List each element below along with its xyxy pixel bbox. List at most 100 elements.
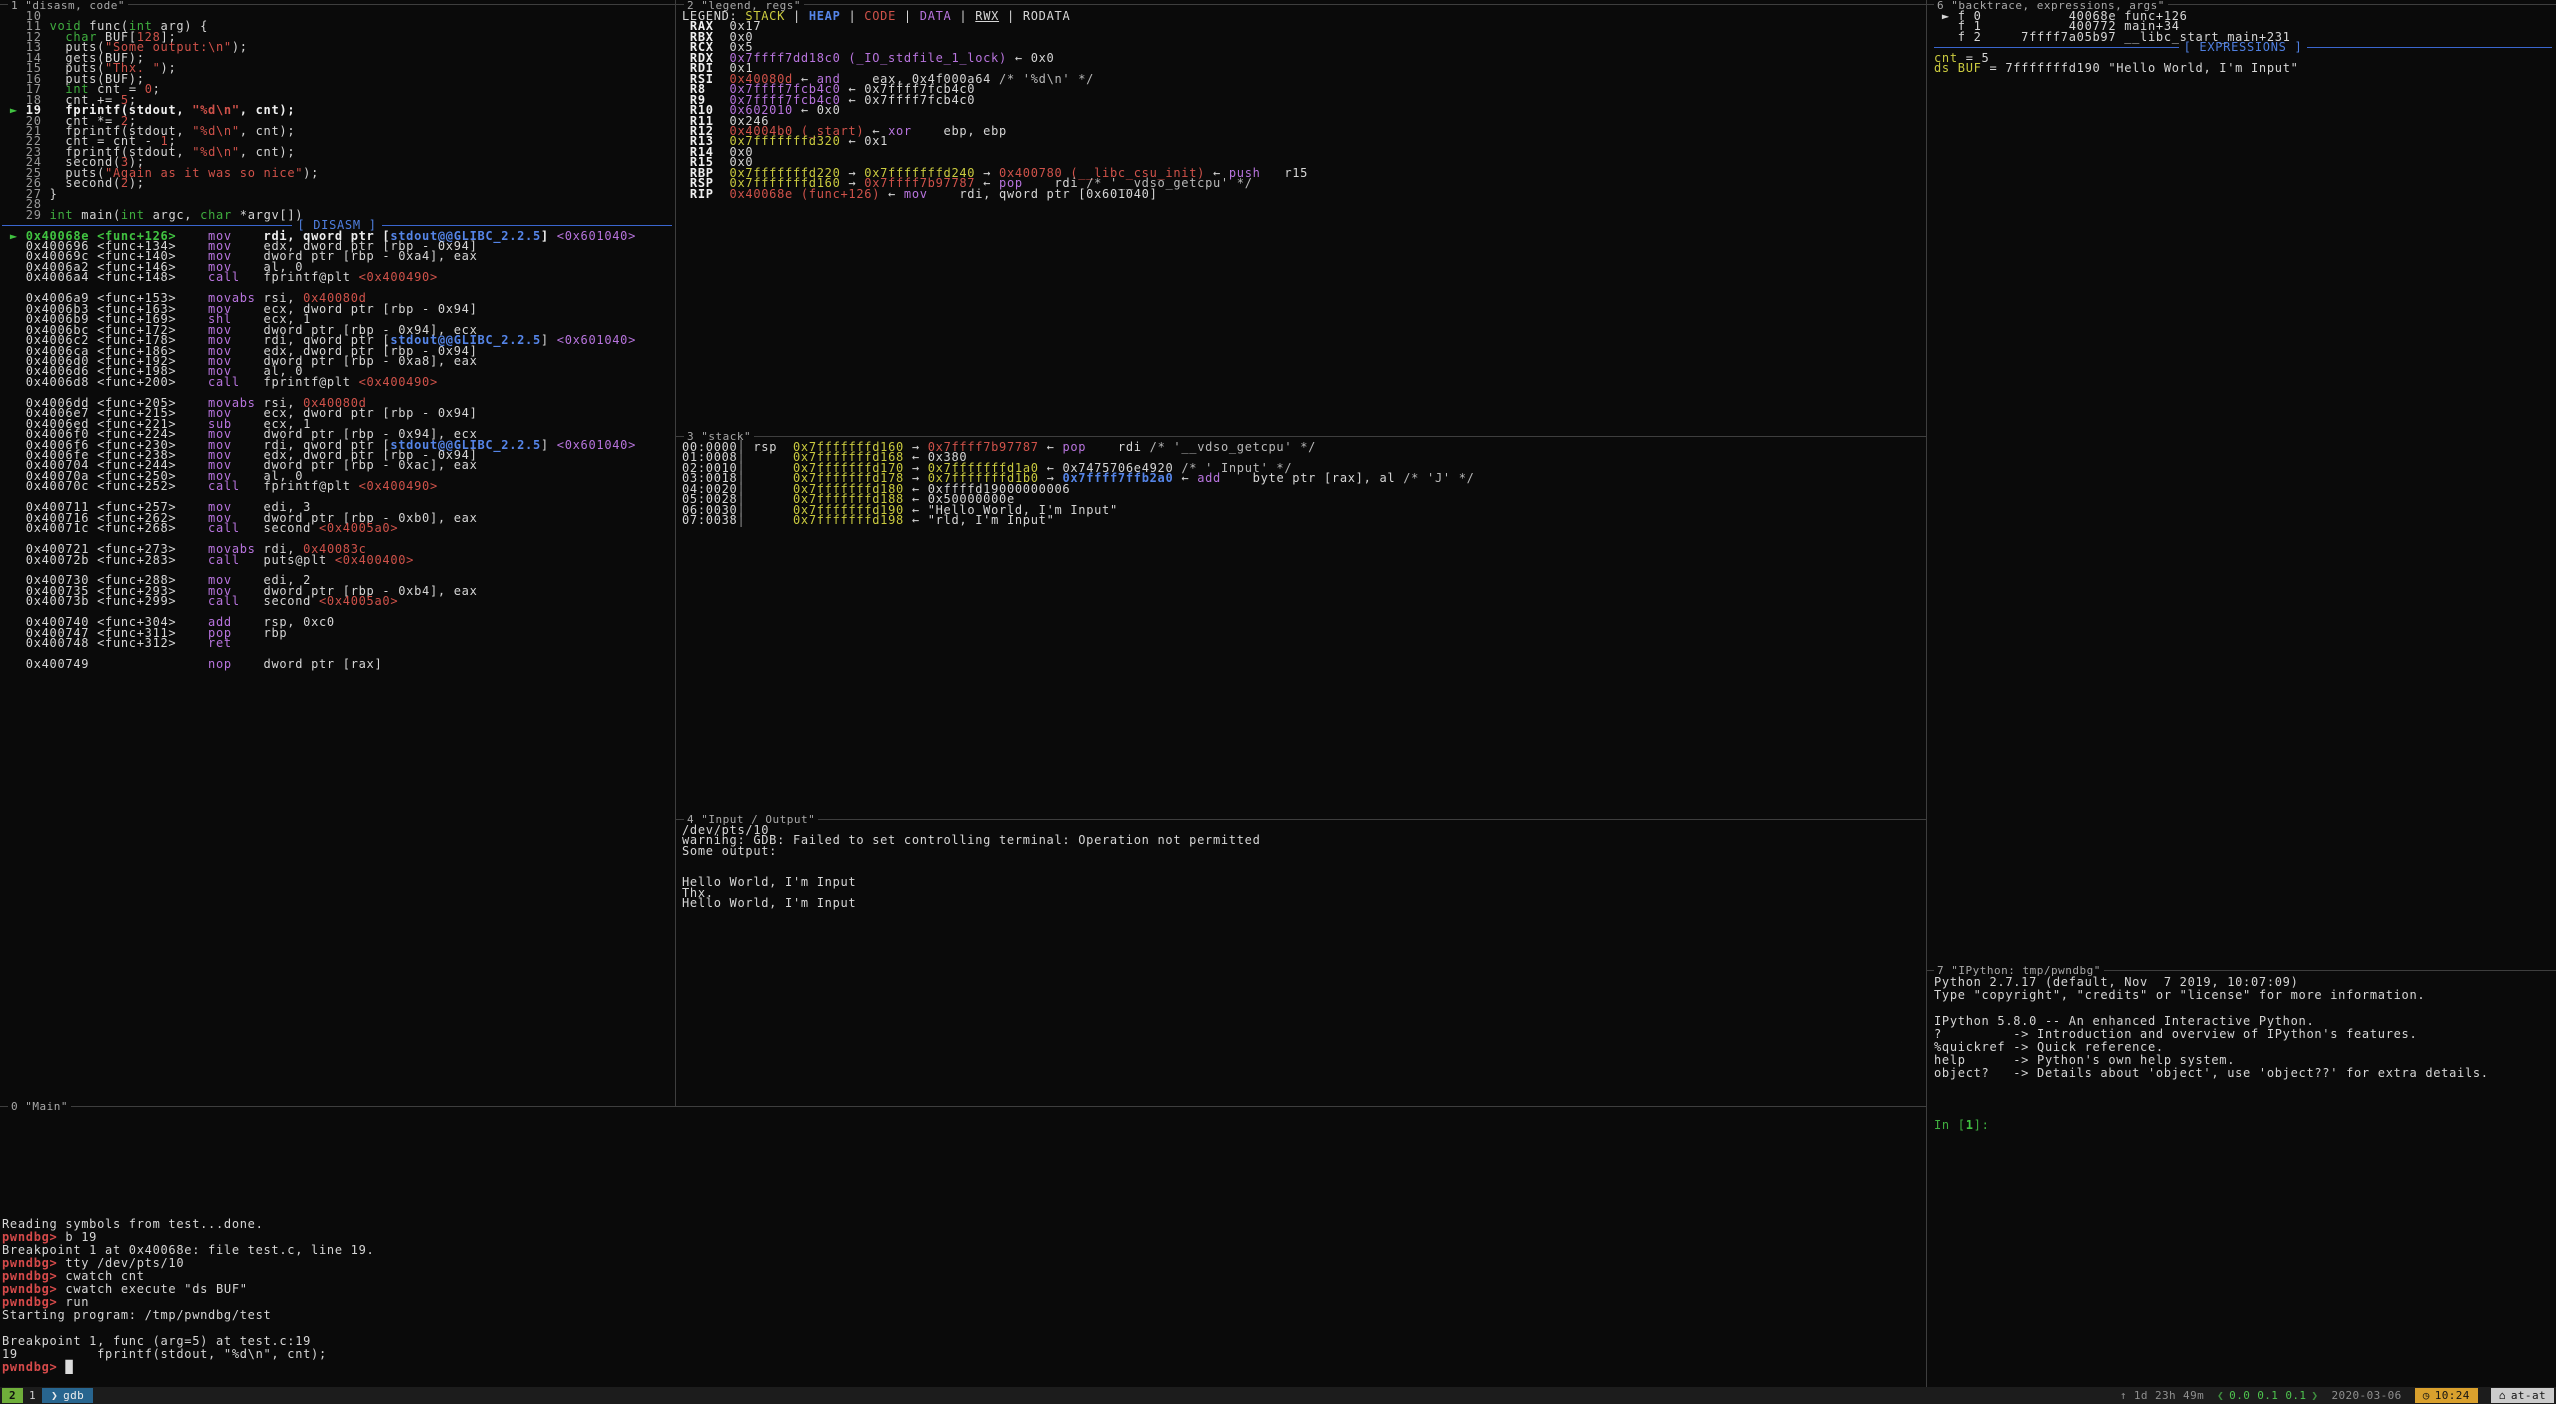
text-segment: | RODATA xyxy=(999,9,1070,23)
text-segment: Breakpoint 1, func (arg=5) at test.c:19 xyxy=(2,1334,311,1348)
pane-main[interactable]: Reading symbols from test...done. pwndbg>… xyxy=(2,1114,1922,1384)
window-index[interactable]: 1 xyxy=(23,1388,42,1403)
text-segment: main( xyxy=(73,208,121,222)
terminal-line: Type "copyright", "credits" or "license"… xyxy=(1934,989,2552,1002)
terminal-line: R10 0x602010 ← 0x0 xyxy=(682,105,1922,115)
pane-regs[interactable]: LEGEND: STACK | HEAP | CODE | DATA | RWX… xyxy=(682,11,1922,431)
pane-disasm-code[interactable]: 10 11 void func(int arg) { 12 char BUF[1… xyxy=(2,11,672,1103)
terminal-line: R13 0x7fffffffd320 ← 0x1 xyxy=(682,136,1922,146)
terminal-line: Hello World, I'm Input xyxy=(682,877,1922,887)
text-segment: object? -> Details about 'object', use '… xyxy=(1934,1066,2489,1080)
text-segment: <0x4005a0> xyxy=(319,521,398,535)
text-segment: tty /dev/pts/10 xyxy=(65,1256,184,1270)
load-close-icon: ❯ xyxy=(2311,1389,2318,1402)
terminal-line: R9 0x7ffff7fcb4c0 ← 0x7ffff7fcb4c0 xyxy=(682,95,1922,105)
terminal-line: RBX 0x0 xyxy=(682,32,1922,42)
text-segment: Python 2.7.17 (default, Nov 7 2019, 10:0… xyxy=(1934,975,2299,989)
pane-io[interactable]: /dev/pts/10warning: GDB: Failed to set c… xyxy=(682,825,1922,1103)
terminal-line: R14 0x0 xyxy=(682,147,1922,157)
text-segment: int xyxy=(50,208,74,222)
text-segment: second xyxy=(240,594,319,608)
hostname-badge: ⌂ at-at xyxy=(2491,1388,2554,1403)
pane-border-top[interactable] xyxy=(0,4,2556,5)
text-segment: Starting program: /tmp/pwndbg/test xyxy=(2,1308,271,1322)
text-segment: rdi xyxy=(1086,440,1149,454)
session-badge[interactable]: 2 xyxy=(2,1388,23,1403)
text-segment: ; xyxy=(153,82,161,96)
text-segment: <0x601040> xyxy=(557,438,636,452)
text-segment: call xyxy=(208,375,240,389)
load-average: ❮ 0.0 0.1 0.1 ❯ xyxy=(2217,1389,2318,1402)
terminal-line: pwndbg> █ xyxy=(2,1361,1922,1374)
text-segment: fprintf@plt xyxy=(240,270,359,284)
text-segment: 0x40070c <func+252> xyxy=(2,479,208,493)
date-text: 2020-03-06 xyxy=(2331,1389,2401,1402)
text-segment: rdi, qword ptr [0x601040] xyxy=(928,187,1158,201)
text-segment: Hello World, I'm Input xyxy=(682,896,856,910)
text-segment: cwatch execute "ds BUF" xyxy=(65,1282,247,1296)
text-segment: Reading symbols from test...done. xyxy=(2,1217,264,1231)
terminal-line: 0x40071c <func+268> call second <0x4005a… xyxy=(2,523,672,533)
pane-border-io[interactable] xyxy=(676,819,1926,820)
pane-ipython[interactable]: Python 2.7.17 (default, Nov 7 2019, 10:0… xyxy=(1934,976,2552,1384)
text-segment: ds BUF xyxy=(1934,61,1982,75)
terminal-line: ds BUF = 7fffffffd190 "Hello World, I'm … xyxy=(1934,63,2552,73)
terminal-line: 27 } xyxy=(2,189,672,199)
text-segment: call xyxy=(208,553,240,567)
text-segment: help -> Python's own help system. xyxy=(1934,1053,2235,1067)
text-segment: pop xyxy=(1062,440,1086,454)
text-segment: = 7fffffffd190 "Hello World, I'm Input" xyxy=(1982,61,2299,75)
text-segment: RIP xyxy=(682,187,722,201)
text-segment: 0 xyxy=(145,82,153,96)
terminal-line: Reading symbols from test...done. xyxy=(2,1218,1922,1231)
pane-border-left-column[interactable] xyxy=(675,0,676,1107)
host-icon: ⌂ xyxy=(2499,1389,2506,1402)
terminal-line: RDX 0x7ffff7dd18c0 (_IO_stdfile_1_lock) … xyxy=(682,53,1922,63)
text-segment: second( xyxy=(50,176,121,190)
terminal-line xyxy=(2,1140,1922,1153)
terminal-line: Thx. xyxy=(682,888,1922,898)
text-segment: rbp xyxy=(232,626,287,640)
terminal-line: 07:0038│ 0x7fffffffd198 ← "rld, I'm Inpu… xyxy=(682,515,1922,525)
terminal-line: pwndbg> cwatch execute "ds BUF" xyxy=(2,1283,1922,1296)
pane-border-right-column[interactable] xyxy=(1926,0,1927,1387)
tmux-status-bar: 2 1 ❯ gdb ↑ 1d 23h 49m ❮ 0.0 0.1 0.1 ❯ 2… xyxy=(0,1387,2556,1404)
terminal-line: 0x40072b <func+283> call puts@plt <0x400… xyxy=(2,555,672,565)
pane-backtrace[interactable]: ► f 0 40068e func+126 f 1 400772 main+34… xyxy=(1934,11,2552,966)
text-segment: ← 0x1 xyxy=(841,134,889,148)
text-segment: ebp, ebp xyxy=(912,124,1007,138)
window-tab-gdb[interactable]: ❯ gdb xyxy=(42,1388,93,1403)
text-segment: 0x40073b <func+299> xyxy=(2,594,208,608)
pane-border-stack[interactable] xyxy=(676,436,1926,437)
text-segment: char xyxy=(200,208,232,222)
text-segment: , cnt); xyxy=(240,145,295,159)
terminal-line: pwndbg> cwatch cnt xyxy=(2,1270,1922,1283)
text-segment: <0x400490> xyxy=(359,270,438,284)
text-segment: /* 'J' */ xyxy=(1403,471,1474,485)
text-segment: ← xyxy=(880,187,904,201)
text-segment: <0x400400> xyxy=(335,553,414,567)
text-segment: Type "copyright", "credits" or "license"… xyxy=(1934,988,2425,1002)
text-segment: ] xyxy=(541,229,557,243)
terminal-line xyxy=(1934,1106,2552,1119)
pane-border-main[interactable] xyxy=(0,1106,1926,1107)
text-segment: } xyxy=(50,187,58,201)
text-segment: In [ xyxy=(1934,1118,1966,1132)
text-segment: Breakpoint 1 at 0x40068e: file test.c, l… xyxy=(2,1243,374,1257)
text-segment: ← 0x0 xyxy=(1007,51,1055,65)
terminal-line xyxy=(2,1114,1922,1127)
text-segment: nop xyxy=(208,657,232,671)
terminal-line: In [1]: xyxy=(1934,1119,2552,1132)
terminal-line: pwndbg> run xyxy=(2,1296,1922,1309)
terminal-line: Hello World, I'm Input xyxy=(682,898,1922,908)
text-segment: byte ptr [rax], al xyxy=(1221,471,1403,485)
text-segment: 0x400748 <func+312> xyxy=(2,636,208,650)
terminal-line xyxy=(682,867,1922,877)
text-segment: ← xyxy=(1173,471,1197,485)
load-values: 0.0 0.1 0.1 xyxy=(2229,1389,2306,1402)
pane-stack[interactable]: 00:0000│ rsp 0x7fffffffd160 → 0x7ffff7b9… xyxy=(682,442,1922,816)
terminal-line: RIP 0x40068e (func+126) ← mov rdi, qword… xyxy=(682,189,1922,199)
terminal-line: Some output: xyxy=(682,846,1922,856)
text-segment: 19 fprintf(stdout, "%d\n", cnt); xyxy=(2,1347,327,1361)
text-segment: argc, xyxy=(145,208,200,222)
